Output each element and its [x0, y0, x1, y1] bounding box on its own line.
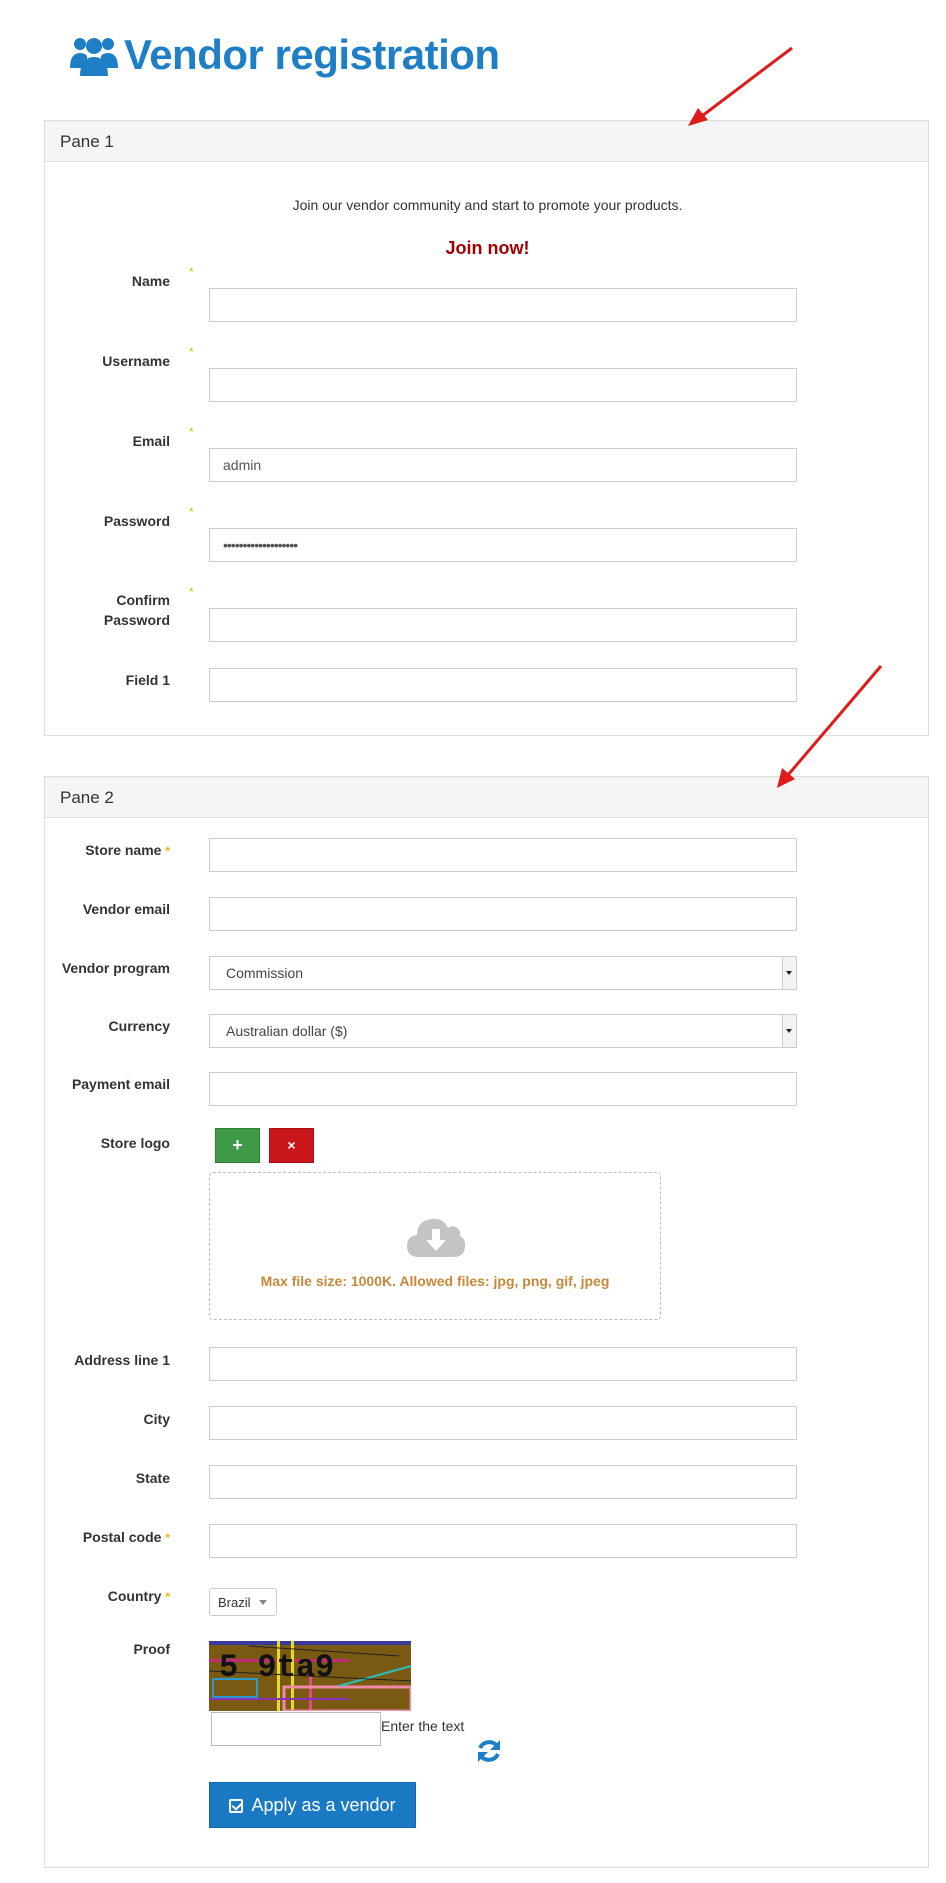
intro-text: Join our vendor community and start to p…	[292, 197, 683, 213]
confirm-password-label-line1: Confirm	[116, 592, 170, 608]
dropdown-arrow-icon[interactable]	[782, 1015, 796, 1047]
pane-2-header: Pane 2	[45, 777, 928, 818]
city-input[interactable]	[209, 1406, 797, 1440]
username-input[interactable]	[209, 368, 797, 402]
required-mark: *	[165, 844, 170, 858]
captcha-image: 5 9ta9	[209, 1641, 411, 1711]
country-label: Country *	[45, 1586, 170, 1607]
name-label: Name	[131, 273, 170, 289]
dropzone-text: Max file size: 1000K. Allowed files: jpg…	[260, 1273, 610, 1289]
page-title: Vendor registration	[124, 31, 500, 78]
store-name-label: Store name *	[45, 840, 170, 861]
remove-logo-button[interactable]: ×	[269, 1128, 314, 1163]
captcha-input[interactable]	[211, 1712, 381, 1746]
captcha-text: 5 9ta9	[219, 1649, 334, 1686]
confirm-password-label-line2: Password	[103, 612, 170, 628]
field1-input[interactable]	[209, 668, 797, 702]
password-input[interactable]	[209, 528, 797, 562]
pane-2: Pane 2 Store name * Vendor email Vendor …	[44, 776, 929, 1868]
required-mark: *	[189, 425, 194, 439]
name-input[interactable]	[209, 288, 797, 322]
apply-button-label: Apply as a vendor	[251, 1795, 396, 1815]
email-label: Email	[132, 433, 170, 449]
payment-email-label: Payment email	[71, 1076, 170, 1092]
confirm-password-label: Confirm Password	[45, 590, 170, 630]
country-label-text: Country	[107, 1588, 162, 1604]
pane-1-title: Pane 1	[60, 132, 114, 151]
required-mark: *	[189, 265, 194, 279]
required-mark: *	[165, 1590, 170, 1604]
refresh-icon[interactable]	[475, 1737, 503, 1765]
vendor-program-select[interactable]: Commission	[209, 956, 797, 990]
state-label: State	[135, 1470, 170, 1486]
vendor-program-label: Vendor program	[61, 960, 170, 976]
required-mark: *	[189, 345, 194, 359]
users-icon	[70, 38, 118, 76]
vendor-email-input[interactable]	[209, 897, 797, 931]
store-name-input[interactable]	[209, 838, 797, 872]
add-logo-button[interactable]: +	[215, 1128, 260, 1163]
required-mark: *	[189, 585, 194, 599]
payment-email-input[interactable]	[209, 1072, 797, 1106]
country-select[interactable]: Brazil	[209, 1588, 277, 1616]
required-mark: *	[165, 1531, 170, 1545]
currency-value: Australian dollar ($)	[226, 1023, 348, 1039]
vendor-email-label: Vendor email	[82, 901, 170, 917]
captcha-hint: Enter the text	[381, 1718, 465, 1734]
proof-label: Proof	[133, 1641, 170, 1657]
address-line1-label: Address line 1	[74, 1352, 170, 1368]
store-logo-label: Store logo	[100, 1135, 170, 1151]
vendor-registration-page: Vendor registration Pane 1 Join our vend…	[0, 0, 946, 1883]
email-input[interactable]	[209, 448, 797, 482]
pane-2-title: Pane 2	[60, 788, 114, 807]
pane-1-header: Pane 1	[45, 121, 928, 162]
chevron-down-icon	[259, 1600, 267, 1605]
store-name-label-text: Store name	[85, 842, 162, 858]
currency-label: Currency	[108, 1018, 170, 1034]
password-label: Password	[103, 513, 170, 529]
page-header: Vendor registration	[70, 30, 500, 80]
annotation-arrow-icon	[688, 46, 793, 126]
postal-code-label-text: Postal code	[82, 1529, 162, 1545]
postal-code-label: Postal code *	[45, 1527, 170, 1548]
address-line1-input[interactable]	[209, 1347, 797, 1381]
username-label: Username	[102, 353, 170, 369]
country-value: Brazil	[218, 1595, 251, 1610]
confirm-password-input[interactable]	[209, 608, 797, 642]
logo-dropzone[interactable]: Max file size: 1000K. Allowed files: jpg…	[209, 1172, 661, 1320]
required-mark: *	[189, 505, 194, 519]
check-square-icon	[229, 1799, 244, 1813]
state-input[interactable]	[209, 1465, 797, 1499]
cloud-download-icon	[407, 1218, 466, 1257]
join-now-text: Join now!	[445, 238, 530, 258]
currency-select[interactable]: Australian dollar ($)	[209, 1014, 797, 1048]
city-label: City	[143, 1411, 170, 1427]
field1-label: Field 1	[125, 672, 170, 688]
dropdown-arrow-icon[interactable]	[782, 957, 796, 989]
vendor-program-value: Commission	[226, 965, 304, 981]
pane-1: Pane 1 Join our vendor community and sta…	[44, 120, 929, 736]
apply-as-vendor-button[interactable]: Apply as a vendor	[209, 1782, 416, 1828]
postal-code-input[interactable]	[209, 1524, 797, 1558]
